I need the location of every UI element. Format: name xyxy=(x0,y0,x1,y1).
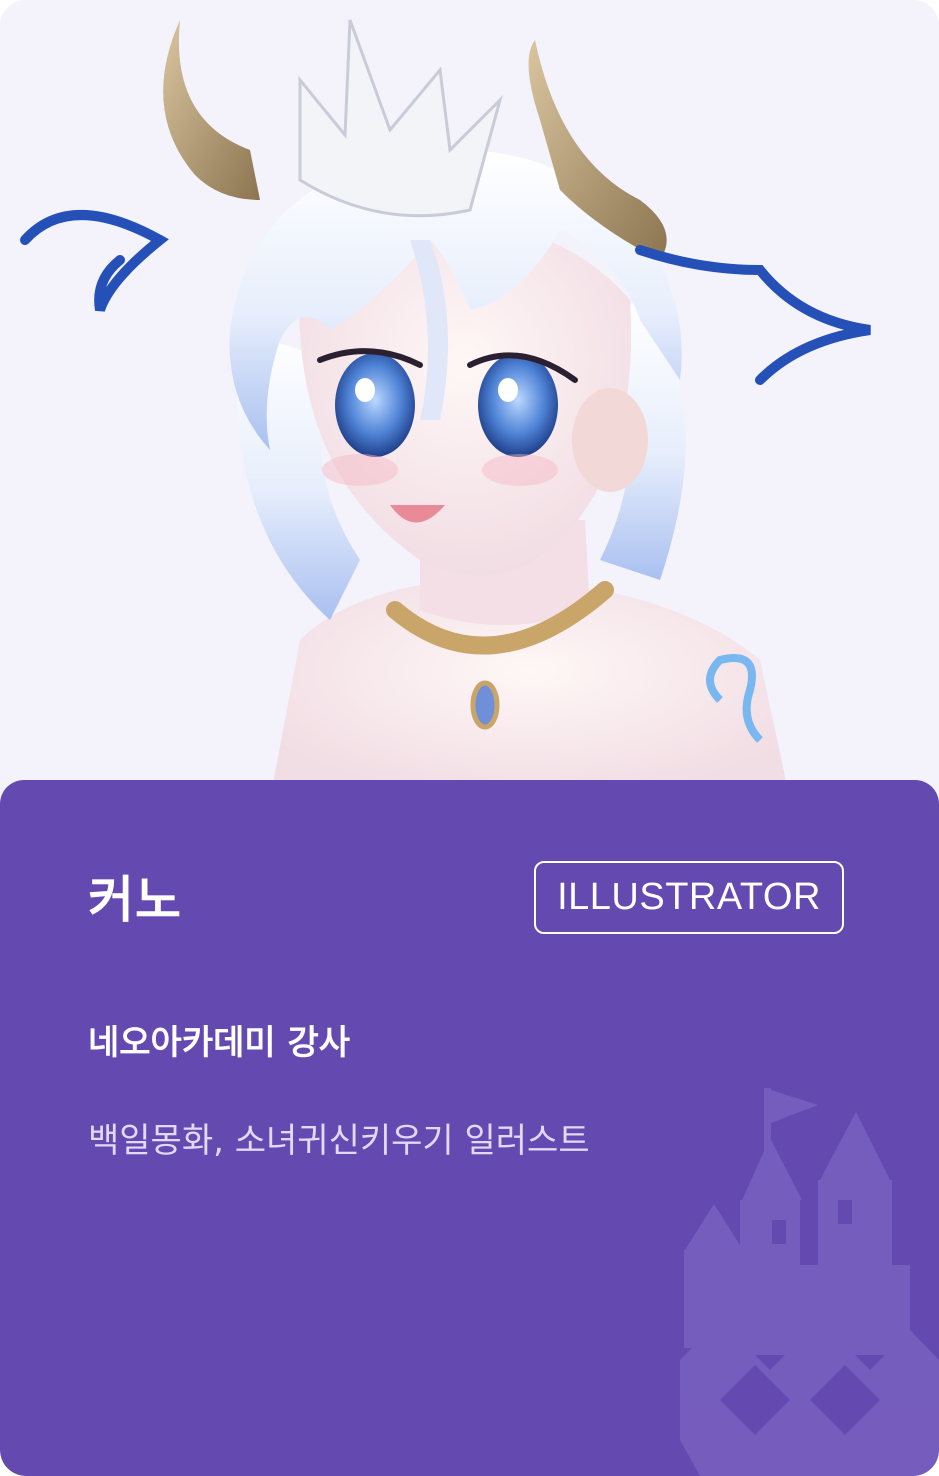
profile-info-panel: 커노 ILLUSTRATOR 네오아카데미 강사 백일몽화, 소녀귀신키우기 일… xyxy=(0,780,939,1476)
portrait-illustration xyxy=(20,19,871,800)
illustrator-card[interactable]: 커노 ILLUSTRATOR 네오아카데미 강사 백일몽화, 소녀귀신키우기 일… xyxy=(0,0,939,1476)
role-badge: ILLUSTRATOR xyxy=(534,861,844,934)
portrait-image xyxy=(0,0,939,800)
artist-name: 커노 xyxy=(88,871,182,929)
artist-title: 네오아카데미 강사 xyxy=(88,1023,351,1063)
castle-watermark-icon xyxy=(680,1088,939,1476)
artist-description: 백일몽화, 소녀귀신키우기 일러스트 xyxy=(88,1121,590,1161)
